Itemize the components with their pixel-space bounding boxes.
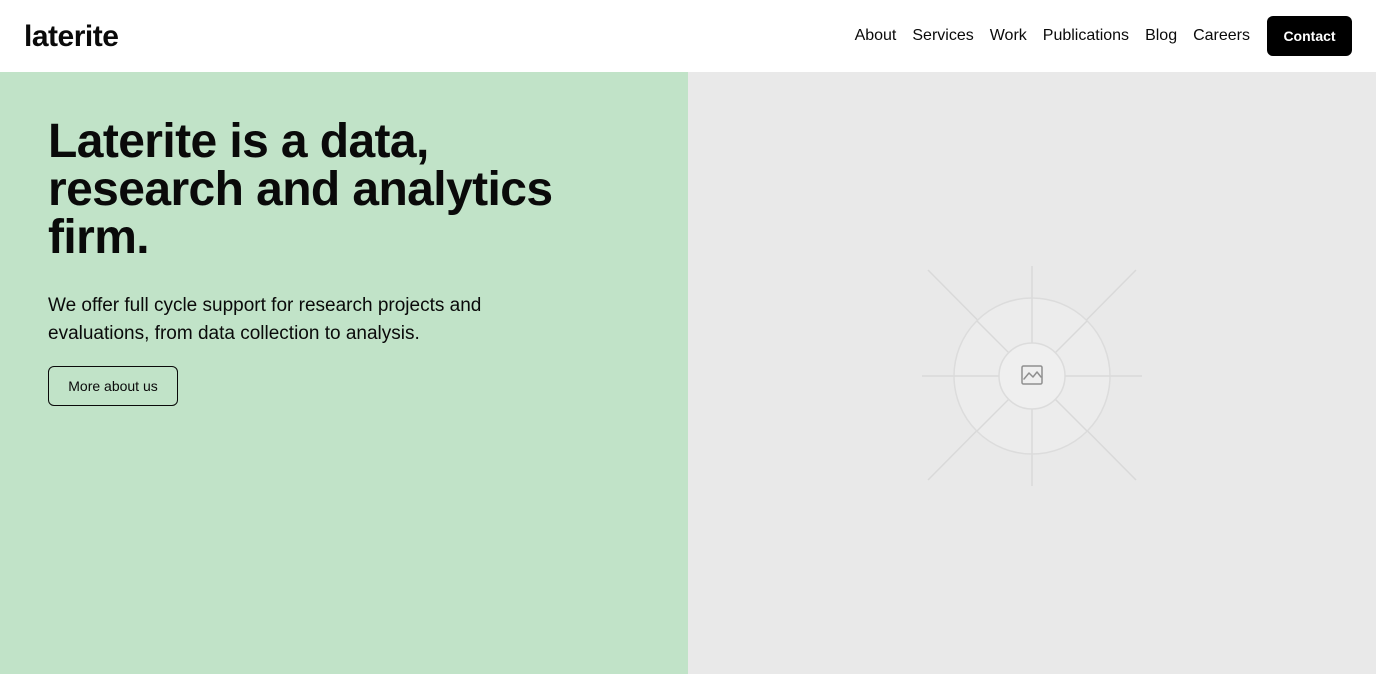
nav-link-services[interactable]: Services (912, 27, 973, 45)
nav-link-about[interactable]: About (855, 27, 897, 45)
hero-content: Laterite is a data, research and analyti… (0, 72, 688, 674)
more-about-us-button[interactable]: More about us (48, 366, 178, 406)
site-logo[interactable]: laterite (24, 20, 119, 54)
image-placeholder-icon (922, 266, 1142, 486)
hero-subtitle: We offer full cycle support for research… (48, 295, 482, 344)
hero-image-placeholder (688, 72, 1376, 674)
main-nav: About Services Work Publications Blog Ca… (855, 16, 1352, 56)
site-header: laterite About Services Work Publication… (0, 0, 1376, 72)
contact-button[interactable]: Contact (1267, 16, 1352, 56)
nav-link-work[interactable]: Work (990, 27, 1027, 45)
nav-link-careers[interactable]: Careers (1193, 27, 1250, 45)
nav-links: About Services Work Publications Blog Ca… (855, 27, 1250, 44)
hero-title: Laterite is a data, research and analyti… (48, 115, 553, 264)
nav-link-blog[interactable]: Blog (1145, 27, 1177, 45)
nav-link-publications[interactable]: Publications (1043, 27, 1129, 45)
hero-section: Laterite is a data, research and analyti… (0, 72, 1376, 674)
